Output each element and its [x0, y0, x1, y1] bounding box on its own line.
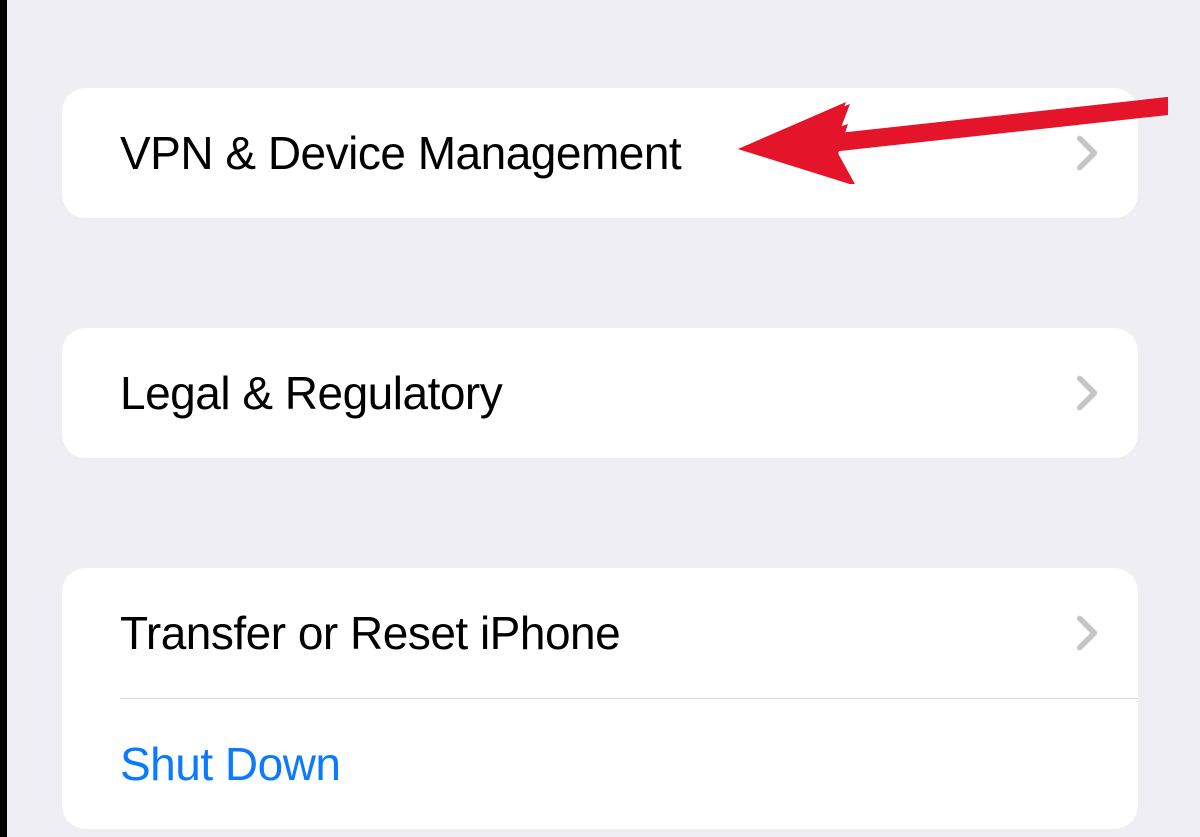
- row-label: VPN & Device Management: [120, 126, 681, 180]
- row-label: Legal & Regulatory: [120, 366, 502, 420]
- chevron-right-icon: [1076, 614, 1098, 652]
- settings-content: VPN & Device Management Legal & Regulato…: [0, 0, 1200, 829]
- row-label: Shut Down: [120, 737, 341, 791]
- chevron-right-icon: [1076, 374, 1098, 412]
- left-edge-bar: [0, 0, 7, 837]
- row-shut-down[interactable]: Shut Down: [62, 699, 1138, 829]
- row-label: Transfer or Reset iPhone: [120, 606, 620, 660]
- settings-group-vpn: VPN & Device Management: [62, 88, 1138, 218]
- settings-group-legal: Legal & Regulatory: [62, 328, 1138, 458]
- row-legal-regulatory[interactable]: Legal & Regulatory: [62, 328, 1138, 458]
- row-vpn-device-management[interactable]: VPN & Device Management: [62, 88, 1138, 218]
- row-transfer-reset[interactable]: Transfer or Reset iPhone: [62, 568, 1138, 698]
- settings-group-reset: Transfer or Reset iPhone Shut Down: [62, 568, 1138, 829]
- chevron-right-icon: [1076, 134, 1098, 172]
